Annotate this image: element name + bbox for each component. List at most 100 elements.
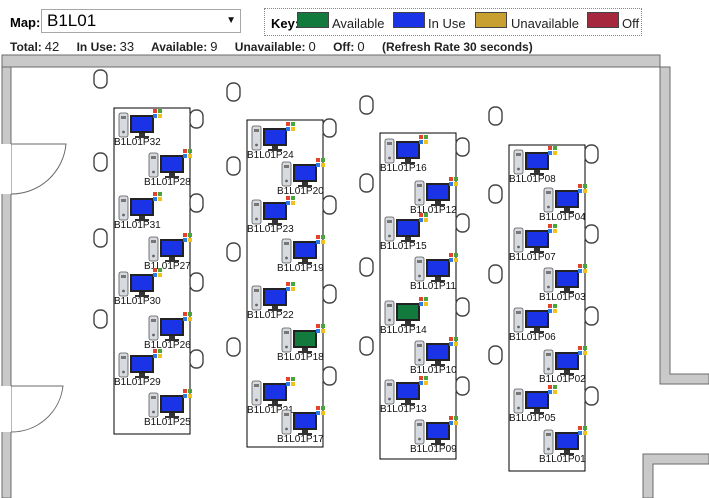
workstation[interactable] bbox=[281, 323, 327, 355]
windows-logo-icon bbox=[153, 349, 162, 358]
windows-logo-icon bbox=[316, 158, 325, 167]
workstation[interactable] bbox=[281, 405, 327, 437]
chair bbox=[584, 306, 599, 326]
computer-icon bbox=[281, 158, 325, 187]
computer-icon bbox=[513, 224, 557, 253]
windows-logo-icon bbox=[578, 184, 587, 193]
workstation[interactable] bbox=[513, 384, 559, 416]
chair bbox=[93, 228, 108, 248]
windows-logo-icon bbox=[316, 235, 325, 244]
windows-logo-icon bbox=[183, 233, 192, 242]
computer-icon bbox=[118, 349, 162, 378]
off-label: Off: bbox=[333, 40, 355, 54]
windows-logo-icon bbox=[419, 376, 428, 385]
chair bbox=[322, 284, 337, 304]
computer-icon bbox=[281, 235, 325, 264]
workstation[interactable] bbox=[148, 388, 194, 420]
chair bbox=[226, 337, 241, 357]
workstation[interactable] bbox=[513, 303, 559, 335]
unavailable-swatch bbox=[475, 12, 507, 28]
station-label: B1L01P06 bbox=[509, 332, 556, 343]
chair bbox=[359, 336, 374, 356]
windows-logo-icon bbox=[578, 346, 587, 355]
workstation[interactable] bbox=[414, 252, 460, 284]
chair bbox=[359, 173, 374, 193]
workstation[interactable] bbox=[513, 223, 559, 255]
chair bbox=[359, 257, 374, 277]
computer-icon bbox=[251, 196, 295, 225]
station-label: B1L01P07 bbox=[509, 252, 556, 263]
station-label: B1L01P14 bbox=[380, 325, 427, 336]
chair bbox=[359, 95, 374, 115]
windows-logo-icon bbox=[183, 312, 192, 321]
map-select[interactable]: B1L01 ▼ bbox=[41, 9, 241, 33]
station-label: B1L01P18 bbox=[277, 352, 324, 363]
computer-icon bbox=[251, 122, 295, 151]
workstation[interactable] bbox=[251, 376, 297, 408]
station-label: B1L01P25 bbox=[144, 417, 191, 428]
computer-icon bbox=[384, 213, 428, 242]
workstation[interactable] bbox=[148, 232, 194, 264]
workstation[interactable] bbox=[148, 148, 194, 180]
workstation[interactable] bbox=[414, 176, 460, 208]
workstation[interactable] bbox=[414, 415, 460, 447]
available-swatch bbox=[297, 12, 329, 28]
computer-icon bbox=[251, 282, 295, 311]
off-swatch bbox=[587, 12, 619, 28]
workstation[interactable] bbox=[251, 281, 297, 313]
key-unavailable-label: Unavailable bbox=[511, 16, 579, 31]
chair bbox=[226, 82, 241, 102]
computer-icon bbox=[148, 312, 192, 341]
computer-icon bbox=[414, 337, 458, 366]
workstation[interactable] bbox=[384, 296, 430, 328]
workstation[interactable] bbox=[384, 212, 430, 244]
workstation[interactable] bbox=[414, 336, 460, 368]
workstation[interactable] bbox=[513, 145, 559, 177]
chair bbox=[189, 272, 204, 292]
key-inuse-label: In Use bbox=[428, 16, 466, 31]
windows-logo-icon bbox=[419, 135, 428, 144]
computer-icon bbox=[148, 389, 192, 418]
station-label: B1L01P11 bbox=[410, 281, 456, 292]
windows-logo-icon bbox=[286, 196, 295, 205]
workstation[interactable] bbox=[543, 263, 589, 295]
windows-logo-icon bbox=[153, 109, 162, 118]
chair bbox=[455, 213, 470, 233]
windows-logo-icon bbox=[419, 213, 428, 222]
workstation[interactable] bbox=[384, 134, 430, 166]
computer-icon bbox=[118, 192, 162, 221]
unavailable-label: Unavailable: bbox=[234, 40, 306, 54]
station-label: B1L01P28 bbox=[144, 177, 191, 188]
windows-logo-icon bbox=[183, 389, 192, 398]
workstation[interactable] bbox=[251, 121, 297, 153]
workstation[interactable] bbox=[281, 234, 327, 266]
available-label: Available: bbox=[150, 40, 208, 54]
workstation[interactable] bbox=[281, 157, 327, 189]
workstation[interactable] bbox=[543, 345, 589, 377]
chair bbox=[455, 137, 470, 157]
computer-icon bbox=[543, 426, 587, 455]
key-off-label: Off bbox=[622, 16, 640, 31]
available-count: 9 bbox=[210, 39, 218, 54]
computer-icon bbox=[148, 233, 192, 262]
workstation[interactable] bbox=[384, 375, 430, 407]
chair bbox=[189, 109, 204, 129]
workstation[interactable] bbox=[118, 108, 164, 140]
total-count: 42 bbox=[44, 39, 60, 54]
inuse-swatch bbox=[393, 12, 425, 28]
computer-icon bbox=[543, 346, 587, 375]
workstation[interactable] bbox=[118, 348, 164, 380]
computer-icon bbox=[513, 385, 557, 414]
workstation[interactable] bbox=[543, 425, 589, 457]
workstation[interactable] bbox=[118, 191, 164, 223]
computer-icon bbox=[281, 406, 325, 435]
chair bbox=[189, 193, 204, 213]
workstation[interactable] bbox=[148, 311, 194, 343]
workstation[interactable] bbox=[118, 267, 164, 299]
workstation[interactable] bbox=[251, 195, 297, 227]
windows-logo-icon bbox=[548, 146, 557, 155]
unavailable-count: 0 bbox=[308, 39, 316, 54]
workstation[interactable] bbox=[543, 183, 589, 215]
computer-icon bbox=[543, 264, 587, 293]
chair bbox=[488, 184, 503, 204]
